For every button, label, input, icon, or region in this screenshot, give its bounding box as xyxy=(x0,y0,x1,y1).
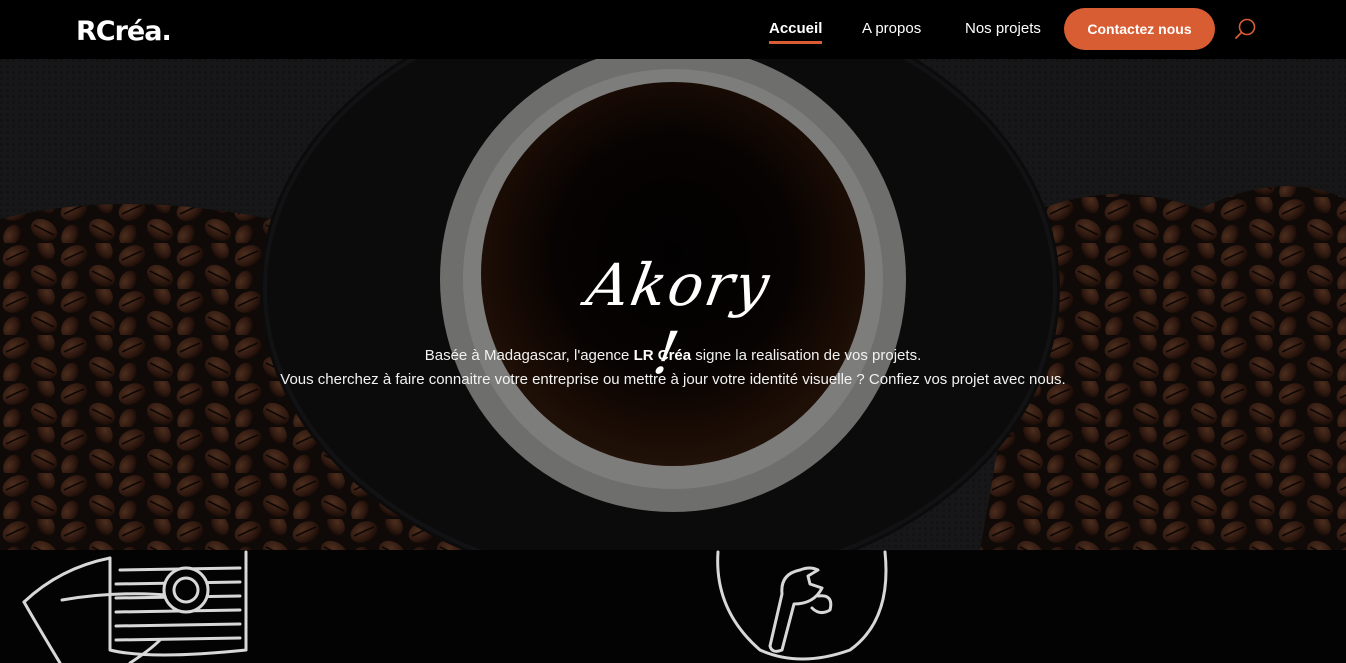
search-icon[interactable] xyxy=(1234,17,1258,41)
hero-description: Basée à Madagascar, l'agence LR Créa sig… xyxy=(0,344,1346,392)
hero-section: Akory ! Basée à Madagascar, l'agence LR … xyxy=(0,59,1346,550)
hero-line-1-start: Basée à Madagascar, l'agence xyxy=(424,347,634,364)
services-section xyxy=(0,550,1346,663)
nav-projects-link[interactable]: Nos projets xyxy=(965,20,1041,38)
contact-button[interactable]: Contactez nous xyxy=(1064,8,1215,50)
nav-home-link[interactable]: Accueil xyxy=(769,20,823,44)
logo-text: RCréa. xyxy=(76,15,172,47)
rocket-icon xyxy=(22,550,248,663)
hero-line-2: Vous cherchez à faire connaitre votre en… xyxy=(280,371,1066,388)
brand-logo[interactable]: RCréa. xyxy=(76,14,172,48)
site-header: RCréa. Accueil A propos Nos projets Cont… xyxy=(0,0,1346,59)
nav-about-link[interactable]: A propos xyxy=(862,20,921,38)
wrench-bulb-icon xyxy=(716,550,888,661)
hero-line-1-end: signe la realisation de vos projets. xyxy=(691,347,922,364)
hero-line-1: Basée à Madagascar, l'agence LR Créa sig… xyxy=(0,344,1346,368)
hero-brand-name: LR Créa xyxy=(633,347,692,364)
